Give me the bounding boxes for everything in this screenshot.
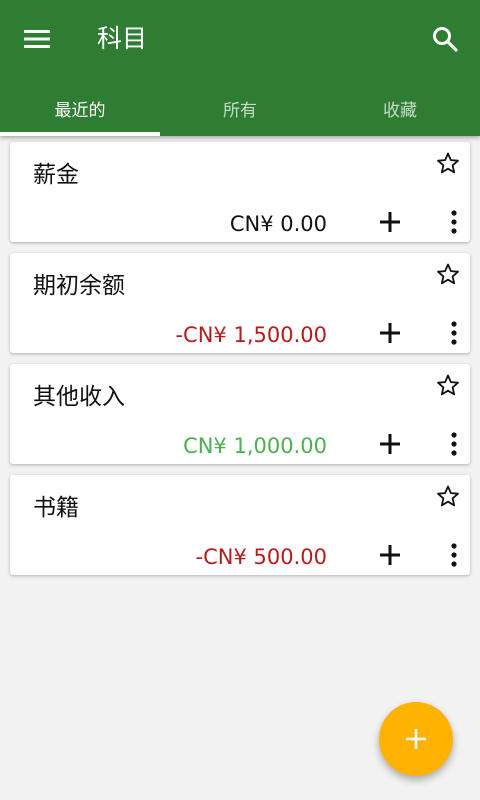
account-list: 薪金 CN¥ 0.00 期初余额 -CN¥ 1,500.00 其他收入 CN¥ …: [10, 142, 470, 586]
account-name: 书籍: [33, 495, 79, 521]
plus-icon: [380, 323, 400, 343]
favorite-button[interactable]: [434, 371, 462, 399]
account-name: 其他收入: [33, 384, 125, 410]
search-button[interactable]: [422, 16, 468, 62]
more-vert-icon: [451, 543, 457, 567]
more-vert-icon: [451, 210, 457, 234]
plus-icon: [380, 212, 400, 232]
account-card[interactable]: 书籍 -CN¥ 500.00: [10, 475, 470, 575]
add-transaction-button[interactable]: [376, 208, 404, 236]
more-options-button[interactable]: [442, 541, 466, 569]
favorite-button[interactable]: [434, 149, 462, 177]
more-options-button[interactable]: [442, 430, 466, 458]
account-balance: -CN¥ 500.00: [195, 545, 327, 569]
star-outline-icon: [437, 263, 459, 285]
add-transaction-button[interactable]: [376, 319, 404, 347]
app-bar: 科目 最近的 所有 收藏: [0, 0, 480, 136]
more-options-button[interactable]: [442, 208, 466, 236]
favorite-button[interactable]: [434, 482, 462, 510]
favorite-button[interactable]: [434, 260, 462, 288]
account-name: 期初余额: [33, 273, 125, 299]
account-balance: CN¥ 0.00: [229, 212, 327, 236]
more-vert-icon: [451, 432, 457, 456]
add-account-fab[interactable]: [379, 702, 453, 776]
tab-all[interactable]: 所有: [160, 80, 320, 136]
more-vert-icon: [451, 321, 457, 345]
tab-bar: 最近的 所有 收藏: [0, 80, 480, 136]
search-icon: [433, 27, 458, 52]
plus-icon: [380, 434, 400, 454]
plus-icon: [380, 545, 400, 565]
add-transaction-button[interactable]: [376, 541, 404, 569]
tab-recent[interactable]: 最近的: [0, 80, 160, 136]
star-outline-icon: [437, 485, 459, 507]
account-balance: CN¥ 1,000.00: [183, 434, 327, 458]
star-outline-icon: [437, 152, 459, 174]
add-transaction-button[interactable]: [376, 430, 404, 458]
account-card[interactable]: 期初余额 -CN¥ 1,500.00: [10, 253, 470, 353]
tab-favorites[interactable]: 收藏: [320, 80, 480, 136]
plus-icon: [406, 729, 426, 749]
more-options-button[interactable]: [442, 319, 466, 347]
account-balance: -CN¥ 1,500.00: [175, 323, 327, 347]
menu-button[interactable]: [14, 16, 60, 62]
account-card[interactable]: 薪金 CN¥ 0.00: [10, 142, 470, 242]
hamburger-menu-icon: [24, 30, 50, 48]
page-title: 科目: [97, 24, 148, 53]
account-name: 薪金: [33, 162, 79, 188]
account-card[interactable]: 其他收入 CN¥ 1,000.00: [10, 364, 470, 464]
star-outline-icon: [437, 374, 459, 396]
